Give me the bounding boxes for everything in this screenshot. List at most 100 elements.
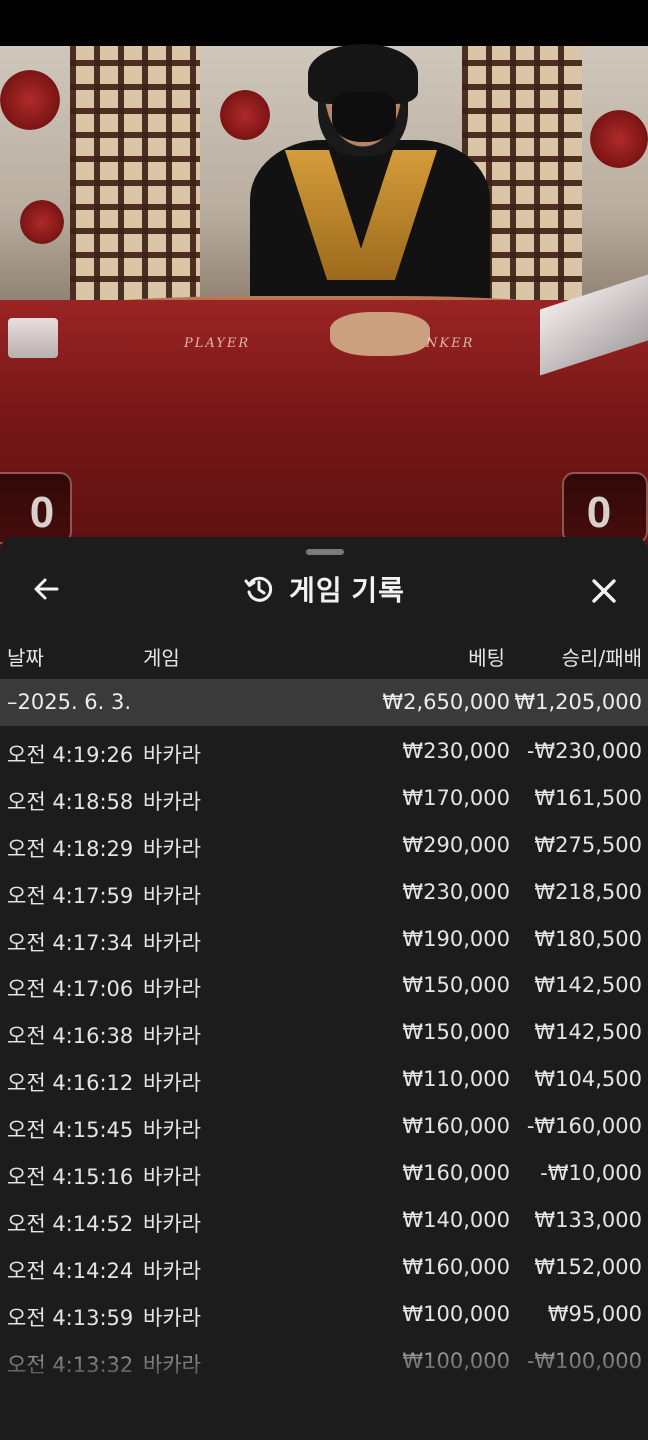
close-icon [592,579,616,603]
table-row[interactable]: 오전 4:17:59 바카라 ₩230,000 ₩218,500 [0,870,648,917]
record-time: 오전 4:13:32 [7,1352,134,1377]
record-result: ₩104,500 [534,1067,642,1092]
record-time: 오전 4:18:58 [7,789,134,814]
record-game: 바카라 [143,1118,201,1143]
table-label-banker: NKER [426,336,475,351]
banker-score: 0 [562,472,648,544]
record-game: 바카라 [143,1211,201,1236]
status-bar [0,0,648,46]
record-bet: ₩230,000 [402,739,510,763]
table-row[interactable]: 오전 4:14:52 바카라 ₩140,000 ₩133,000 [0,1198,648,1245]
record-bet: ₩160,000 [402,1161,510,1186]
record-bet: ₩100,000 [402,1301,510,1326]
date-group-total-bet: ₩2,650,000 [382,690,510,714]
table-row[interactable]: 오전 4:18:58 바카라 ₩170,000 ₩161,500 [0,776,648,823]
record-game: 바카라 [143,743,201,767]
record-game: 바카라 [143,1024,201,1049]
date-group-total-result: ₩1,205,000 [514,690,642,714]
table-row[interactable]: 오전 4:13:59 바카라 ₩100,000 ₩95,000 [0,1292,648,1339]
lattice-screen-left [70,46,200,306]
record-result: ₩152,000 [534,1254,642,1279]
record-result: ₩218,500 [534,879,642,904]
date-group-date: –2025. 6. 3. [7,690,132,714]
record-bet: ₩140,000 [402,1207,510,1232]
table-row[interactable]: 오전 4:17:06 바카라 ₩150,000 ₩142,500 [0,963,648,1010]
record-bet: ₩160,000 [402,1114,510,1139]
record-result: -₩230,000 [526,739,642,763]
record-bet: ₩150,000 [402,1020,510,1045]
record-time: 오전 4:17:34 [7,930,134,955]
record-time: 오전 4:13:59 [7,1305,134,1330]
record-result: ₩133,000 [534,1207,642,1232]
table-row[interactable]: 오전 4:18:29 바카라 ₩290,000 ₩275,500 [0,823,648,870]
history-clock-icon [244,576,273,602]
record-bet: ₩190,000 [402,926,510,951]
record-time: 오전 4:17:59 [7,883,134,908]
record-game: 바카라 [143,930,201,955]
column-header-date: 날짜 [7,646,44,670]
record-game: 바카라 [143,1352,201,1377]
record-game: 바카라 [143,836,201,861]
record-time: 오전 4:17:06 [7,977,134,1002]
record-result: ₩275,500 [534,832,642,857]
table-row[interactable]: 오전 4:16:12 바카라 ₩110,000 ₩104,500 [0,1057,648,1104]
sheet-header: 게임 기록 [0,561,648,617]
column-header-game: 게임 [143,646,180,670]
player-score: 0 [0,472,72,544]
card-stack [8,318,58,358]
table-row[interactable]: 오전 4:17:34 바카라 ₩190,000 ₩180,500 [0,917,648,964]
date-group-row[interactable]: –2025. 6. 3. ₩2,650,000 ₩1,205,000 [0,679,648,726]
blossom-decoration [20,200,64,244]
table-row[interactable]: 오전 4:13:32 바카라 ₩100,000 -₩100,000 [0,1339,648,1386]
record-result: ₩142,500 [534,973,642,998]
record-bet: ₩110,000 [402,1067,510,1092]
record-bet: ₩160,000 [402,1254,510,1279]
game-history-sheet: 게임 기록 날짜 게임 베팅 승리/패배 –2025. 6. 3. ₩2,650… [0,537,648,1440]
record-bet: ₩150,000 [402,973,510,998]
record-game: 바카라 [143,789,201,814]
column-header-bet: 베팅 [468,646,505,670]
dealer-hands [330,312,430,356]
sheet-title-group: 게임 기록 [0,567,648,611]
table-row[interactable]: 오전 4:19:26 바카라 ₩230,000 -₩230,000 [0,729,648,776]
live-video-view: PLAYER NKER 0 0 [0,0,648,560]
table-row[interactable]: 오전 4:14:24 바카라 ₩160,000 ₩152,000 [0,1245,648,1292]
record-bet: ₩100,000 [402,1348,510,1373]
record-time: 오전 4:19:26 [7,743,134,767]
blossom-decoration [0,70,60,130]
record-bet: ₩290,000 [402,832,510,857]
record-time: 오전 4:14:52 [7,1211,134,1236]
dealer-mask [332,92,396,142]
record-game: 바카라 [143,1258,201,1283]
drag-handle[interactable] [306,549,344,555]
record-bet: ₩170,000 [402,785,510,810]
column-header-result: 승리/패배 [561,646,642,670]
close-button[interactable] [584,571,624,611]
record-game: 바카라 [143,1305,201,1330]
record-bet: ₩230,000 [402,879,510,904]
record-result: ₩180,500 [534,926,642,951]
record-result: -₩160,000 [526,1114,642,1139]
record-game: 바카라 [143,1071,201,1096]
record-result: ₩95,000 [547,1301,642,1326]
record-time: 오전 4:14:24 [7,1258,134,1283]
record-game: 바카라 [143,1165,201,1190]
record-time: 오전 4:15:16 [7,1165,134,1190]
blossom-decoration [220,90,270,140]
record-time: 오전 4:15:45 [7,1118,134,1143]
table-row[interactable]: 오전 4:16:38 바카라 ₩150,000 ₩142,500 [0,1010,648,1057]
table-header: 날짜 게임 베팅 승리/패배 [0,642,648,672]
history-list[interactable]: 오전 4:19:26 바카라 ₩230,000 -₩230,000 오전 4:18:58… [0,729,648,1385]
record-game: 바카라 [143,883,201,908]
record-time: 오전 4:16:12 [7,1071,134,1096]
table-row[interactable]: 오전 4:15:16 바카라 ₩160,000 -₩10,000 [0,1151,648,1198]
page-title: 게임 기록 [289,575,405,606]
table-label-player: PLAYER [184,336,251,351]
record-game: 바카라 [143,977,201,1002]
table-row[interactable]: 오전 4:15:45 바카라 ₩160,000 -₩160,000 [0,1104,648,1151]
record-time: 오전 4:16:38 [7,1024,134,1049]
record-result: -₩100,000 [526,1348,642,1373]
record-result: ₩142,500 [534,1020,642,1045]
record-result: ₩161,500 [534,785,642,810]
record-time: 오전 4:18:29 [7,836,134,861]
